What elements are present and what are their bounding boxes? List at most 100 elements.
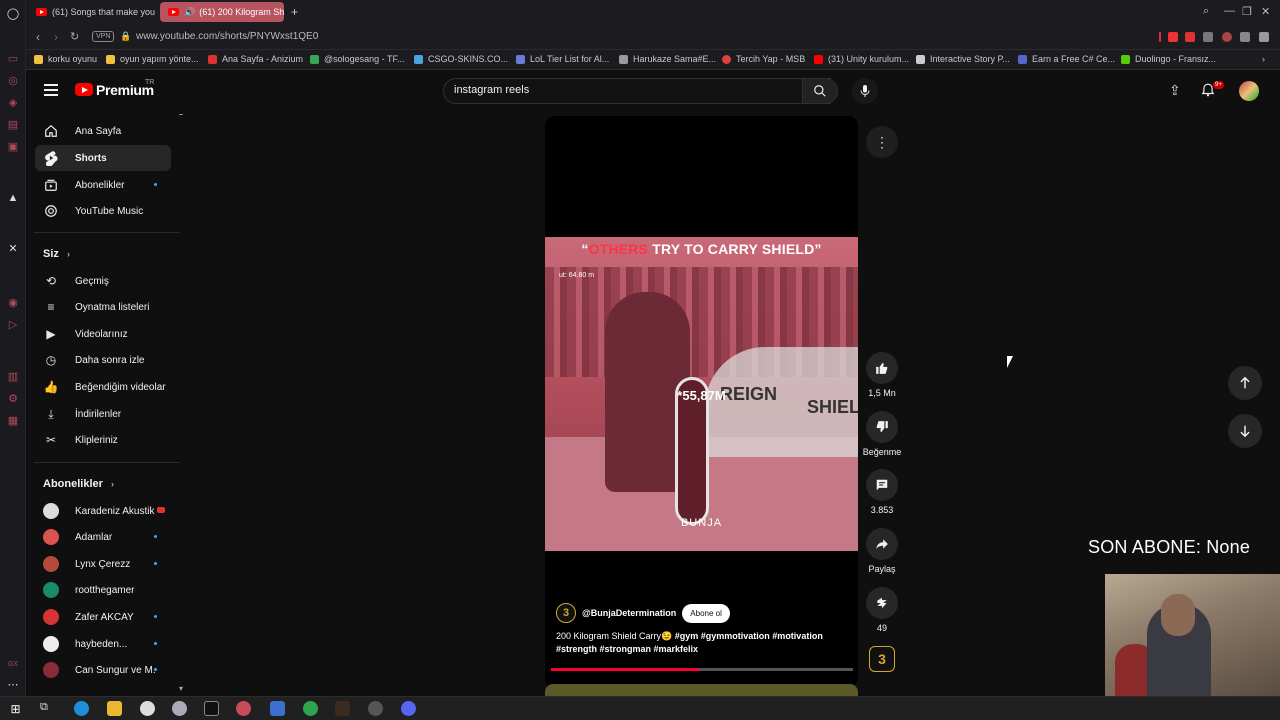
comments-button[interactable]: [866, 469, 898, 501]
game-icon[interactable]: ◈: [5, 94, 21, 110]
section-subscriptions[interactable]: Abonelikler ›: [43, 478, 114, 490]
subscribe-button[interactable]: Abone ol: [682, 603, 730, 623]
profile-icon[interactable]: [1222, 32, 1232, 42]
previous-short-button[interactable]: [1228, 366, 1262, 400]
nav-your-videos[interactable]: ▶ Videolarınız: [35, 321, 171, 347]
vpn-badge[interactable]: VPN: [92, 31, 115, 42]
subscription-item[interactable]: Karadeniz Akustik: [35, 498, 171, 524]
remix-button[interactable]: [866, 587, 898, 619]
subscription-item[interactable]: Lynx Çerezz: [35, 551, 171, 577]
nav-subscriptions[interactable]: Abonelikler: [35, 172, 171, 198]
nav-downloads[interactable]: ⤓ İndirilenler: [35, 401, 171, 427]
terminal-icon[interactable]: [204, 701, 219, 716]
upload-icon[interactable]: ⇪: [1169, 82, 1181, 99]
bookmark-item[interactable]: Duolingo - Fransız...: [1121, 54, 1216, 64]
edge-icon[interactable]: [74, 701, 89, 716]
more-options-button[interactable]: ⋮: [866, 126, 898, 158]
settings-icon[interactable]: ⚙: [5, 390, 21, 406]
forward-icon[interactable]: ›: [54, 30, 58, 44]
account-avatar[interactable]: [1239, 81, 1259, 101]
bookmark-item[interactable]: Interactive Story P...: [916, 54, 1010, 64]
sound-channel-avatar[interactable]: 3: [869, 646, 895, 672]
url-field[interactable]: www.youtube.com/shorts/PNYWxst1QE0: [136, 31, 318, 42]
bookmark-item[interactable]: (31) Unity kurulum...: [814, 54, 909, 64]
subscription-item[interactable]: rootthegamer: [35, 577, 171, 603]
steam-icon[interactable]: [172, 701, 187, 716]
bookmark-item[interactable]: Tercih Yap - MSB: [722, 54, 805, 64]
history-side-icon[interactable]: ▦: [5, 412, 21, 428]
extension-adblock-icon[interactable]: [1185, 32, 1195, 42]
tab-shield-carry[interactable]: 🔊 (61) 200 Kilogram Shi ✕: [160, 2, 284, 22]
game-app-icon[interactable]: [335, 701, 350, 716]
news-icon[interactable]: ▤: [5, 116, 21, 132]
maximize-icon[interactable]: ❐: [1242, 5, 1252, 18]
search-button[interactable]: [802, 78, 838, 104]
share-button[interactable]: [866, 528, 898, 560]
video-progress-bar[interactable]: [551, 668, 853, 671]
nav-clips[interactable]: ✂ Klipleriniz: [35, 427, 171, 453]
opera-logo-icon[interactable]: ◯: [5, 5, 21, 21]
more-icon[interactable]: ⋯: [5, 676, 21, 692]
youtube-logo-icon[interactable]: [75, 83, 93, 96]
xbox-icon[interactable]: [303, 701, 318, 716]
nav-watch-later[interactable]: ◷ Daha sonra izle: [35, 347, 171, 373]
close-window-icon[interactable]: ✕: [1261, 5, 1270, 18]
next-short-preview[interactable]: [545, 684, 858, 696]
task-view-icon[interactable]: ⧉: [40, 701, 55, 716]
extension-red-icon[interactable]: [1168, 32, 1178, 42]
scroll-down-icon[interactable]: ▾: [179, 684, 183, 693]
windows-start-icon[interactable]: ⊞: [8, 701, 23, 716]
back-icon[interactable]: ‹: [36, 30, 40, 44]
reload-icon[interactable]: ↻: [70, 30, 79, 43]
obs-icon[interactable]: [368, 701, 383, 716]
opera-gx-icon[interactable]: [236, 701, 251, 716]
subscription-item[interactable]: Adamlar: [35, 524, 171, 550]
extensions-icon[interactable]: [1203, 32, 1213, 42]
play-icon[interactable]: ▷: [5, 316, 21, 332]
nav-playlists[interactable]: ≡ Oynatma listeleri: [35, 294, 171, 320]
cart-icon[interactable]: ▣: [5, 138, 21, 154]
bookmark-item[interactable]: Earn a Free C# Ce...: [1018, 54, 1115, 64]
menu-icon[interactable]: [1259, 32, 1269, 42]
like-button[interactable]: [866, 352, 898, 384]
discord-icon[interactable]: [401, 701, 416, 716]
bookmark-item[interactable]: Ana Sayfa - Anizium: [208, 54, 303, 64]
tab-songs[interactable]: (61) Songs that make you: [28, 2, 156, 22]
menu-icon[interactable]: [44, 84, 58, 96]
gallery-icon[interactable]: ▥: [5, 368, 21, 384]
bookmark-item[interactable]: LoL Tier List for Al...: [516, 54, 609, 64]
channel-avatar[interactable]: 3: [556, 603, 576, 623]
channel-name[interactable]: @BunjaDetermination: [582, 608, 676, 618]
voice-search-button[interactable]: [852, 78, 878, 104]
bookmark-item[interactable]: oyun yapım yönte...: [106, 54, 199, 64]
bookmarks-overflow-icon[interactable]: ›: [1262, 54, 1265, 64]
bookmark-item[interactable]: Harukaze Sama#E...: [619, 54, 716, 64]
subscription-item[interactable]: Can Sungur ve M...: [35, 657, 171, 683]
nav-shorts[interactable]: Shorts: [35, 145, 171, 171]
x-social-icon[interactable]: ✕: [5, 240, 21, 256]
subscription-item[interactable]: Zafer AKCAY: [35, 604, 171, 630]
nav-liked-videos[interactable]: 👍 Beğendiğim videolar: [35, 374, 171, 400]
bookmark-item[interactable]: korku oyunu: [34, 54, 97, 64]
dislike-button[interactable]: [866, 411, 898, 443]
minimize-icon[interactable]: —: [1224, 5, 1235, 17]
search-input[interactable]: [454, 84, 774, 96]
nav-history[interactable]: ⟲ Geçmiş: [35, 268, 171, 294]
subscription-item[interactable]: haybeden...: [35, 631, 171, 657]
video-description[interactable]: 200 Kilogram Shield Carry😉 #gym #gymmoti…: [556, 630, 846, 656]
download-bar-icon[interactable]: [1240, 32, 1250, 42]
gx-icon[interactable]: GX: [5, 656, 21, 672]
next-short-button[interactable]: [1228, 414, 1262, 448]
bookmark-item[interactable]: CSGO-SKINS.CO...: [414, 54, 508, 64]
nav-youtube-music[interactable]: YouTube Music: [35, 198, 171, 224]
bookmark-item[interactable]: @sologesang - TF...: [310, 54, 405, 64]
aria-icon[interactable]: ▲: [5, 190, 21, 206]
messenger-icon[interactable]: ▭: [5, 50, 21, 66]
scroll-up-icon[interactable]: ▴: [179, 114, 183, 117]
section-you[interactable]: Siz ›: [43, 248, 70, 260]
player-icon[interactable]: ◉: [5, 294, 21, 310]
powershell-icon[interactable]: [270, 701, 285, 716]
new-tab-button[interactable]: +: [288, 2, 302, 22]
settings-app-icon[interactable]: [140, 701, 155, 716]
file-explorer-icon[interactable]: [107, 701, 122, 716]
